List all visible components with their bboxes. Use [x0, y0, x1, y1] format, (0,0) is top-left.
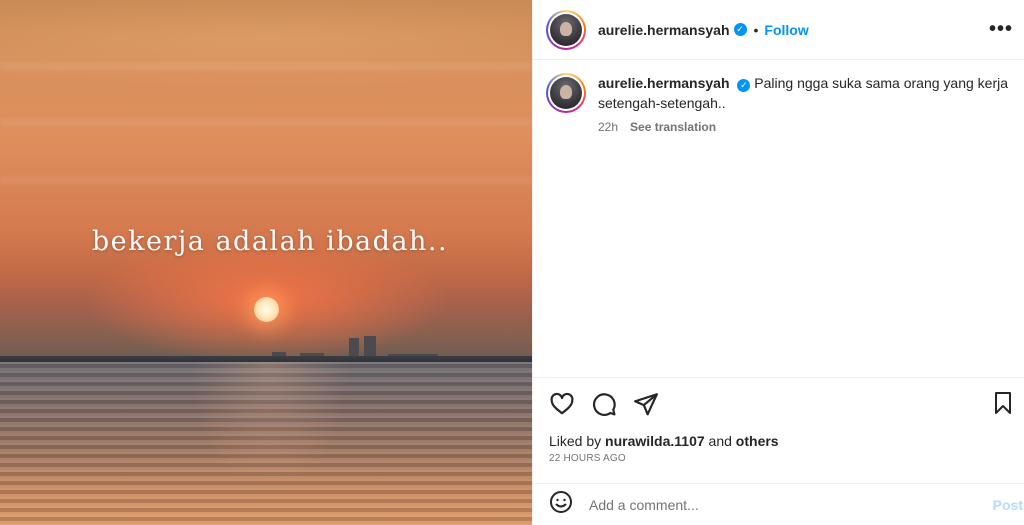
share-icon[interactable] — [633, 391, 659, 417]
building — [349, 338, 359, 358]
comment-icon[interactable] — [591, 391, 617, 417]
cloud-band — [0, 118, 532, 126]
separator-dot: • — [753, 21, 759, 38]
caption-username[interactable]: aurelie.hermansyah — [598, 75, 730, 91]
caption-avatar[interactable] — [546, 73, 586, 113]
likes-and: and — [708, 433, 732, 449]
more-options-icon[interactable]: ••• — [989, 19, 1013, 39]
header-username[interactable]: aurelie.hermansyah — [598, 22, 730, 38]
comment-bar: Add a comment... Post — [533, 483, 1024, 525]
cloud-band — [0, 176, 532, 184]
comment-input[interactable]: Add a comment... — [589, 497, 1024, 513]
post-timestamp[interactable]: 22 HOURS AGO — [549, 453, 626, 464]
cloud-band — [0, 62, 532, 70]
likes-summary: Liked by nurawilda.1107 and others — [549, 433, 779, 449]
liked-by-user[interactable]: nurawilda.1107 — [605, 433, 705, 449]
action-bar — [549, 391, 659, 417]
post-comment-button[interactable]: Post — [993, 497, 1023, 513]
caption-text-line: aurelie.hermansyah ✓ Paling ngga suka sa… — [598, 73, 1016, 113]
post-image[interactable]: bekerja adalah ibadah.. — [0, 0, 532, 525]
follow-button[interactable]: Follow — [764, 22, 808, 38]
caption-time[interactable]: 22h — [598, 120, 618, 134]
sun — [254, 297, 279, 322]
post-sidebar: aurelie.hermansyah ✓ • Follow ••• aureli… — [532, 0, 1024, 525]
avatar[interactable] — [546, 9, 586, 50]
avatar-photo — [550, 13, 582, 46]
post-header: aurelie.hermansyah ✓ • Follow ••• — [533, 0, 1024, 60]
bookmark-icon[interactable] — [992, 391, 1014, 415]
sea — [0, 362, 532, 525]
emoji-icon[interactable] — [549, 490, 573, 519]
verified-badge-icon: ✓ — [737, 79, 751, 92]
avatar-photo — [550, 77, 582, 109]
likes-others-link[interactable]: others — [736, 433, 779, 449]
instagram-post: bekerja adalah ibadah.. aurelie.hermansy… — [0, 0, 1024, 525]
see-translation-button[interactable]: See translation — [630, 120, 716, 134]
building — [364, 336, 376, 358]
caption-meta: 22h See translation — [598, 120, 1016, 134]
likes-prefix: Liked by — [549, 433, 602, 449]
verified-badge-icon: ✓ — [733, 23, 747, 36]
caption: aurelie.hermansyah ✓ Paling ngga suka sa… — [546, 73, 1016, 134]
heart-icon[interactable] — [549, 391, 575, 417]
sun-glint — [170, 362, 370, 525]
divider — [533, 377, 1024, 378]
image-overlay-text: bekerja adalah ibadah.. — [91, 226, 449, 257]
